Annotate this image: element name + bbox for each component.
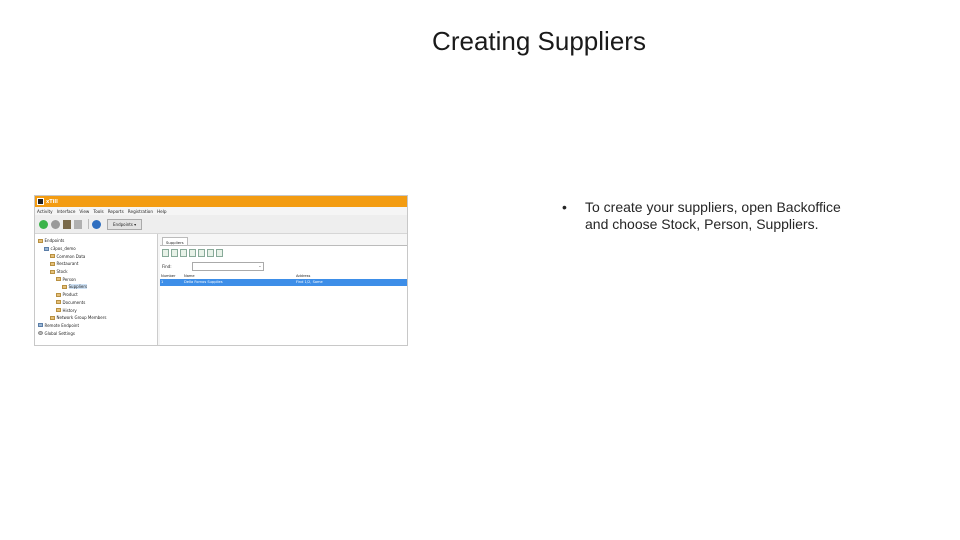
find-label: Find:: [162, 264, 172, 269]
folder-icon: [50, 261, 55, 266]
bullet-point: • To create your suppliers, open Backoff…: [562, 199, 862, 233]
forward-icon[interactable]: [51, 219, 60, 229]
tree-item-label: Endpoints: [44, 238, 65, 244]
tree-item-label: Network Group Members: [56, 315, 107, 321]
tree-item[interactable]: Suppliers: [35, 283, 157, 291]
app-titlebar: xTill: [35, 196, 407, 207]
delete-icon[interactable]: [189, 249, 196, 257]
find-combo[interactable]: ⌄: [191, 262, 264, 271]
folder-icon: [50, 315, 55, 320]
menu-reports[interactable]: Reports: [108, 209, 124, 214]
suppliers-grid: Number Name Address 1 Della Fornos Suppl…: [160, 273, 407, 286]
tree-item-label: Product: [62, 292, 78, 298]
note-icon[interactable]: [216, 249, 223, 257]
panel-toolbar: [162, 249, 225, 257]
tree-item-label: Suppliers: [68, 284, 88, 290]
tree-item[interactable]: Person: [35, 275, 157, 283]
column-address[interactable]: Address: [296, 274, 396, 278]
folder-icon: [50, 254, 55, 259]
save-icon[interactable]: [63, 219, 71, 229]
tree-item-label: Global Settings: [44, 330, 75, 336]
tree-item[interactable]: Common Data: [35, 252, 157, 260]
folder-icon: [50, 269, 55, 274]
tree-item[interactable]: Documents: [35, 299, 157, 307]
app-window-title: xTill: [46, 198, 58, 205]
cell-number: 1: [161, 280, 164, 285]
tree-item[interactable]: Endpoints: [35, 237, 157, 245]
menu-bar: Activity Interface View Tools Reports Re…: [35, 207, 407, 215]
folder-icon: [44, 246, 49, 251]
check-icon[interactable]: [180, 249, 187, 257]
menu-help[interactable]: Help: [157, 209, 167, 214]
folder-icon: [56, 300, 61, 305]
filter-icon[interactable]: [198, 249, 205, 257]
tree-item-label: Person: [62, 276, 76, 282]
back-icon[interactable]: [39, 219, 48, 229]
tree-item-label: c3pos_demo: [50, 246, 76, 252]
bullet-marker: •: [562, 199, 567, 215]
tree-item-label: Remote Endpoint: [44, 322, 80, 328]
menu-activity[interactable]: Activity: [37, 209, 53, 214]
folder-icon: [56, 292, 61, 297]
folder-icon: [38, 323, 43, 328]
find-bar: Find: ⌄: [162, 262, 264, 271]
folder-icon: [56, 277, 61, 282]
tree-item[interactable]: Network Group Members: [35, 314, 157, 322]
bullet-text: To create your suppliers, open Backoffic…: [585, 199, 841, 232]
app-screenshot: xTill Activity Interface View Tools Repo…: [34, 195, 408, 346]
tree-item[interactable]: Global Settings: [35, 329, 157, 337]
tree-item-label: Stock: [56, 269, 68, 275]
toolbar: Endpoints ▾: [35, 215, 407, 234]
navigation-tree: Endpoints c3pos_demo Common Data Restaurant…: [35, 234, 158, 345]
info-icon[interactable]: [92, 219, 101, 229]
folder-icon: [62, 284, 67, 289]
slide-title: Creating Suppliers: [432, 26, 646, 56]
column-number[interactable]: Number: [160, 274, 184, 278]
column-name[interactable]: Name: [184, 274, 296, 278]
folder-icon: [38, 331, 43, 336]
tree-item-label: Documents: [62, 299, 86, 305]
cell-name: Della Fornos Supplies: [184, 280, 223, 285]
document-icon[interactable]: [74, 219, 82, 229]
menu-registration[interactable]: Registration: [128, 209, 153, 214]
suppliers-panel: Find: ⌄ Number Name Address 1 Della Forn…: [160, 245, 407, 345]
table-row[interactable]: 1 Della Fornos Supplies Find 1/2, Some: [160, 279, 407, 286]
menu-view[interactable]: View: [79, 209, 89, 214]
new-icon[interactable]: [162, 249, 169, 257]
endpoints-dropdown-button[interactable]: Endpoints ▾: [107, 218, 143, 230]
tree-item-label: Restaurant: [56, 261, 79, 267]
folder-icon: [38, 238, 43, 243]
tree-item[interactable]: Restaurant: [35, 260, 157, 268]
main-area: Suppliers Find: ⌄ Number Name Address 1 …: [158, 234, 407, 345]
tree-item[interactable]: c3pos_demo: [35, 245, 157, 253]
toolbar-separator: [88, 219, 89, 229]
copy-icon[interactable]: [171, 249, 178, 257]
tree-item-label: Common Data: [56, 253, 86, 259]
tree-item[interactable]: Stock: [35, 268, 157, 276]
menu-interface[interactable]: Interface: [57, 209, 76, 214]
tree-item-label: History: [62, 307, 77, 313]
cell-address: Find 1/2, Some: [296, 280, 323, 285]
app-logo-icon: [37, 198, 44, 205]
chevron-down-icon: ⌄: [258, 263, 262, 268]
tree-item[interactable]: Remote Endpoint: [35, 322, 157, 330]
app-body: Endpoints c3pos_demo Common Data Restaurant…: [35, 234, 407, 345]
folder-icon: [56, 308, 61, 313]
menu-tools[interactable]: Tools: [93, 209, 103, 214]
tree-item[interactable]: Product: [35, 291, 157, 299]
attach-icon[interactable]: [207, 249, 214, 257]
tree-item[interactable]: History: [35, 306, 157, 314]
